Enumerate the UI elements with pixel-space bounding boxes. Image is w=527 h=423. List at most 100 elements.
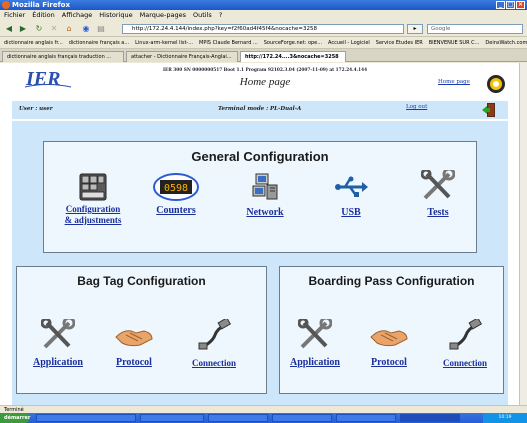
menu-bookmarks[interactable]: Marque-pages <box>140 10 186 21</box>
window-controls: _ □ × <box>496 1 525 9</box>
close-button[interactable]: × <box>516 1 525 9</box>
bookmark-item[interactable]: SourceForge.net: ope... <box>264 38 322 48</box>
forward-arrow-icon[interactable]: ▶ <box>17 23 29 35</box>
boarding-pass-configuration-panel: Boarding Pass Configuration Application … <box>279 266 504 394</box>
boarding-protocol-link[interactable]: Protocol <box>358 357 420 368</box>
counters-link[interactable]: Counters <box>142 205 210 216</box>
tab-dictionary[interactable]: dictionnaire anglais français traduction… <box>2 51 124 62</box>
counters-item: 0598 Counters <box>142 172 210 216</box>
counter-display-icon: 0598 <box>153 173 199 201</box>
session-bar: User : user Terminal mode : PL-Dual-A Lo… <box>12 101 508 119</box>
general-configuration-title: General Configuration <box>191 149 329 164</box>
logout-door-icon[interactable] <box>482 102 496 118</box>
stop-icon[interactable]: ✕ <box>48 23 60 35</box>
bag-tag-title: Bag Tag Configuration <box>77 274 206 288</box>
boarding-pass-title: Boarding Pass Configuration <box>308 274 475 288</box>
menu-history[interactable]: Historique <box>99 10 132 21</box>
taskbar-button-active[interactable] <box>400 414 460 422</box>
config-adjustments-link[interactable]: Configuration & adjustments <box>51 204 135 226</box>
window-title: Mozilla Firefox <box>12 1 70 9</box>
tests-item: Tests <box>413 170 463 218</box>
logout-link[interactable]: Log out <box>406 104 427 110</box>
tools-icon <box>298 319 332 349</box>
boarding-protocol-item: Protocol <box>358 319 420 368</box>
taskbar-button[interactable] <box>208 414 268 422</box>
device-info: IER 300 SN 0000000517 Boot 1.1 Program 9… <box>162 68 368 73</box>
bookmark-item[interactable]: dictionnaire français a... <box>69 38 129 48</box>
bookmark-item[interactable]: BIENVENUE SUR C... <box>429 38 480 48</box>
menu-file[interactable]: Fichier <box>4 10 25 21</box>
general-configuration-panel: General Configuration Configuration & ad… <box>43 141 477 253</box>
boarding-application-item: Application <box>282 319 348 368</box>
bagtag-connection-link[interactable]: Connection <box>175 358 253 368</box>
search-input[interactable]: Google <box>427 24 523 34</box>
maximize-button[interactable]: □ <box>506 1 515 9</box>
minimize-button[interactable]: _ <box>496 1 505 9</box>
navigation-toolbar: ◀ ▶ ↻ ✕ ⌂ ◉ ▤ http://172.24.4.144/index.… <box>0 21 527 37</box>
config-adjustments-item: Configuration & adjustments <box>51 172 135 226</box>
bagtag-application-link[interactable]: Application <box>23 357 93 368</box>
reload-icon[interactable]: ↻ <box>33 23 45 35</box>
tests-link[interactable]: Tests <box>413 207 463 218</box>
taskbar-button[interactable] <box>336 414 396 422</box>
back-arrow-icon[interactable]: ◀ <box>3 23 15 35</box>
tab-attacher[interactable]: attacher - Dictionnaire Français-Anglai.… <box>126 51 238 62</box>
boarding-connection-link[interactable]: Connection <box>428 358 502 368</box>
svg-text:0598: 0598 <box>164 183 188 194</box>
menu-edit[interactable]: Édition <box>32 10 55 21</box>
menu-help[interactable]: ? <box>219 10 222 21</box>
start-button[interactable]: démarrer <box>0 413 30 423</box>
quicklaunch-area <box>36 414 136 422</box>
bag-tag-configuration-panel: Bag Tag Configuration Application Protoc… <box>16 266 267 394</box>
taskbar-button[interactable] <box>272 414 332 422</box>
tab-current[interactable]: http://172.24....3&nocache=3258 <box>240 51 346 62</box>
bookmark-item[interactable]: dictionnaire anglais fr... <box>4 38 63 48</box>
boarding-application-link[interactable]: Application <box>282 357 348 368</box>
menu-view[interactable]: Affichage <box>62 10 93 21</box>
vertical-scrollbar[interactable] <box>519 63 527 405</box>
network-item: Network <box>230 172 300 218</box>
taskbar-button[interactable] <box>140 414 204 422</box>
user-label: User : user <box>19 106 53 112</box>
bookmark-item[interactable]: DeinsWatch.com: Put... <box>485 38 527 48</box>
system-tray: 10:19 <box>483 413 527 423</box>
address-bar[interactable]: http://172.24.4.144/index.php?key=f2f60a… <box>122 24 404 34</box>
menu-tools[interactable]: Outils <box>193 10 212 21</box>
bagtag-application-item: Application <box>23 319 93 368</box>
usb-item: USB <box>326 172 376 218</box>
home-page-link[interactable]: Home page <box>438 79 470 85</box>
bagtag-protocol-link[interactable]: Protocol <box>103 357 165 368</box>
bookmark-item[interactable]: MPIS Claude Bernard ... <box>199 38 258 48</box>
usb-icon <box>335 176 368 197</box>
network-computer-icon <box>252 173 278 200</box>
home-button-icon[interactable] <box>487 75 505 93</box>
browser-status-line: Terminé <box>0 405 527 413</box>
usb-link[interactable]: USB <box>326 207 376 218</box>
tab-strip: dictionnaire anglais français traduction… <box>0 49 527 62</box>
cable-icon <box>198 319 231 350</box>
go-button[interactable]: ▸ <box>407 24 423 34</box>
bookmark-item[interactable]: Linux-arm-kernel list-... <box>135 38 193 48</box>
handshake-icon <box>115 330 153 347</box>
windows-taskbar: démarrer 10:19 <box>0 413 527 423</box>
firefox-icon <box>2 1 10 9</box>
clock: 10:19 <box>498 415 512 420</box>
cable-icon <box>449 319 482 350</box>
control-panel-icon <box>79 173 107 201</box>
page-icon[interactable]: ▤ <box>95 23 107 35</box>
page-title: Home page <box>239 76 291 88</box>
globe-icon[interactable]: ◉ <box>80 23 92 35</box>
bookmark-item[interactable]: Service Etudes IER <box>376 38 423 48</box>
window-titlebar: Mozilla Firefox _ □ × <box>0 0 527 10</box>
ier-logo: IER <box>24 68 72 89</box>
tools-icon <box>421 170 455 200</box>
page-viewport: IER IER 300 SN 0000000517 Boot 1.1 Progr… <box>0 63 519 405</box>
bookmark-item[interactable]: Accueil - Logiciel <box>328 38 370 48</box>
content-area: General Configuration Configuration & ad… <box>12 121 508 405</box>
boarding-connection-item: Connection <box>428 319 502 368</box>
menu-bar: Fichier Édition Affichage Historique Mar… <box>0 10 527 21</box>
home-icon[interactable]: ⌂ <box>63 23 75 35</box>
handshake-icon <box>370 330 408 347</box>
network-link[interactable]: Network <box>230 207 300 218</box>
terminal-mode-label: Terminal mode : PL-Dual-A <box>218 106 302 112</box>
